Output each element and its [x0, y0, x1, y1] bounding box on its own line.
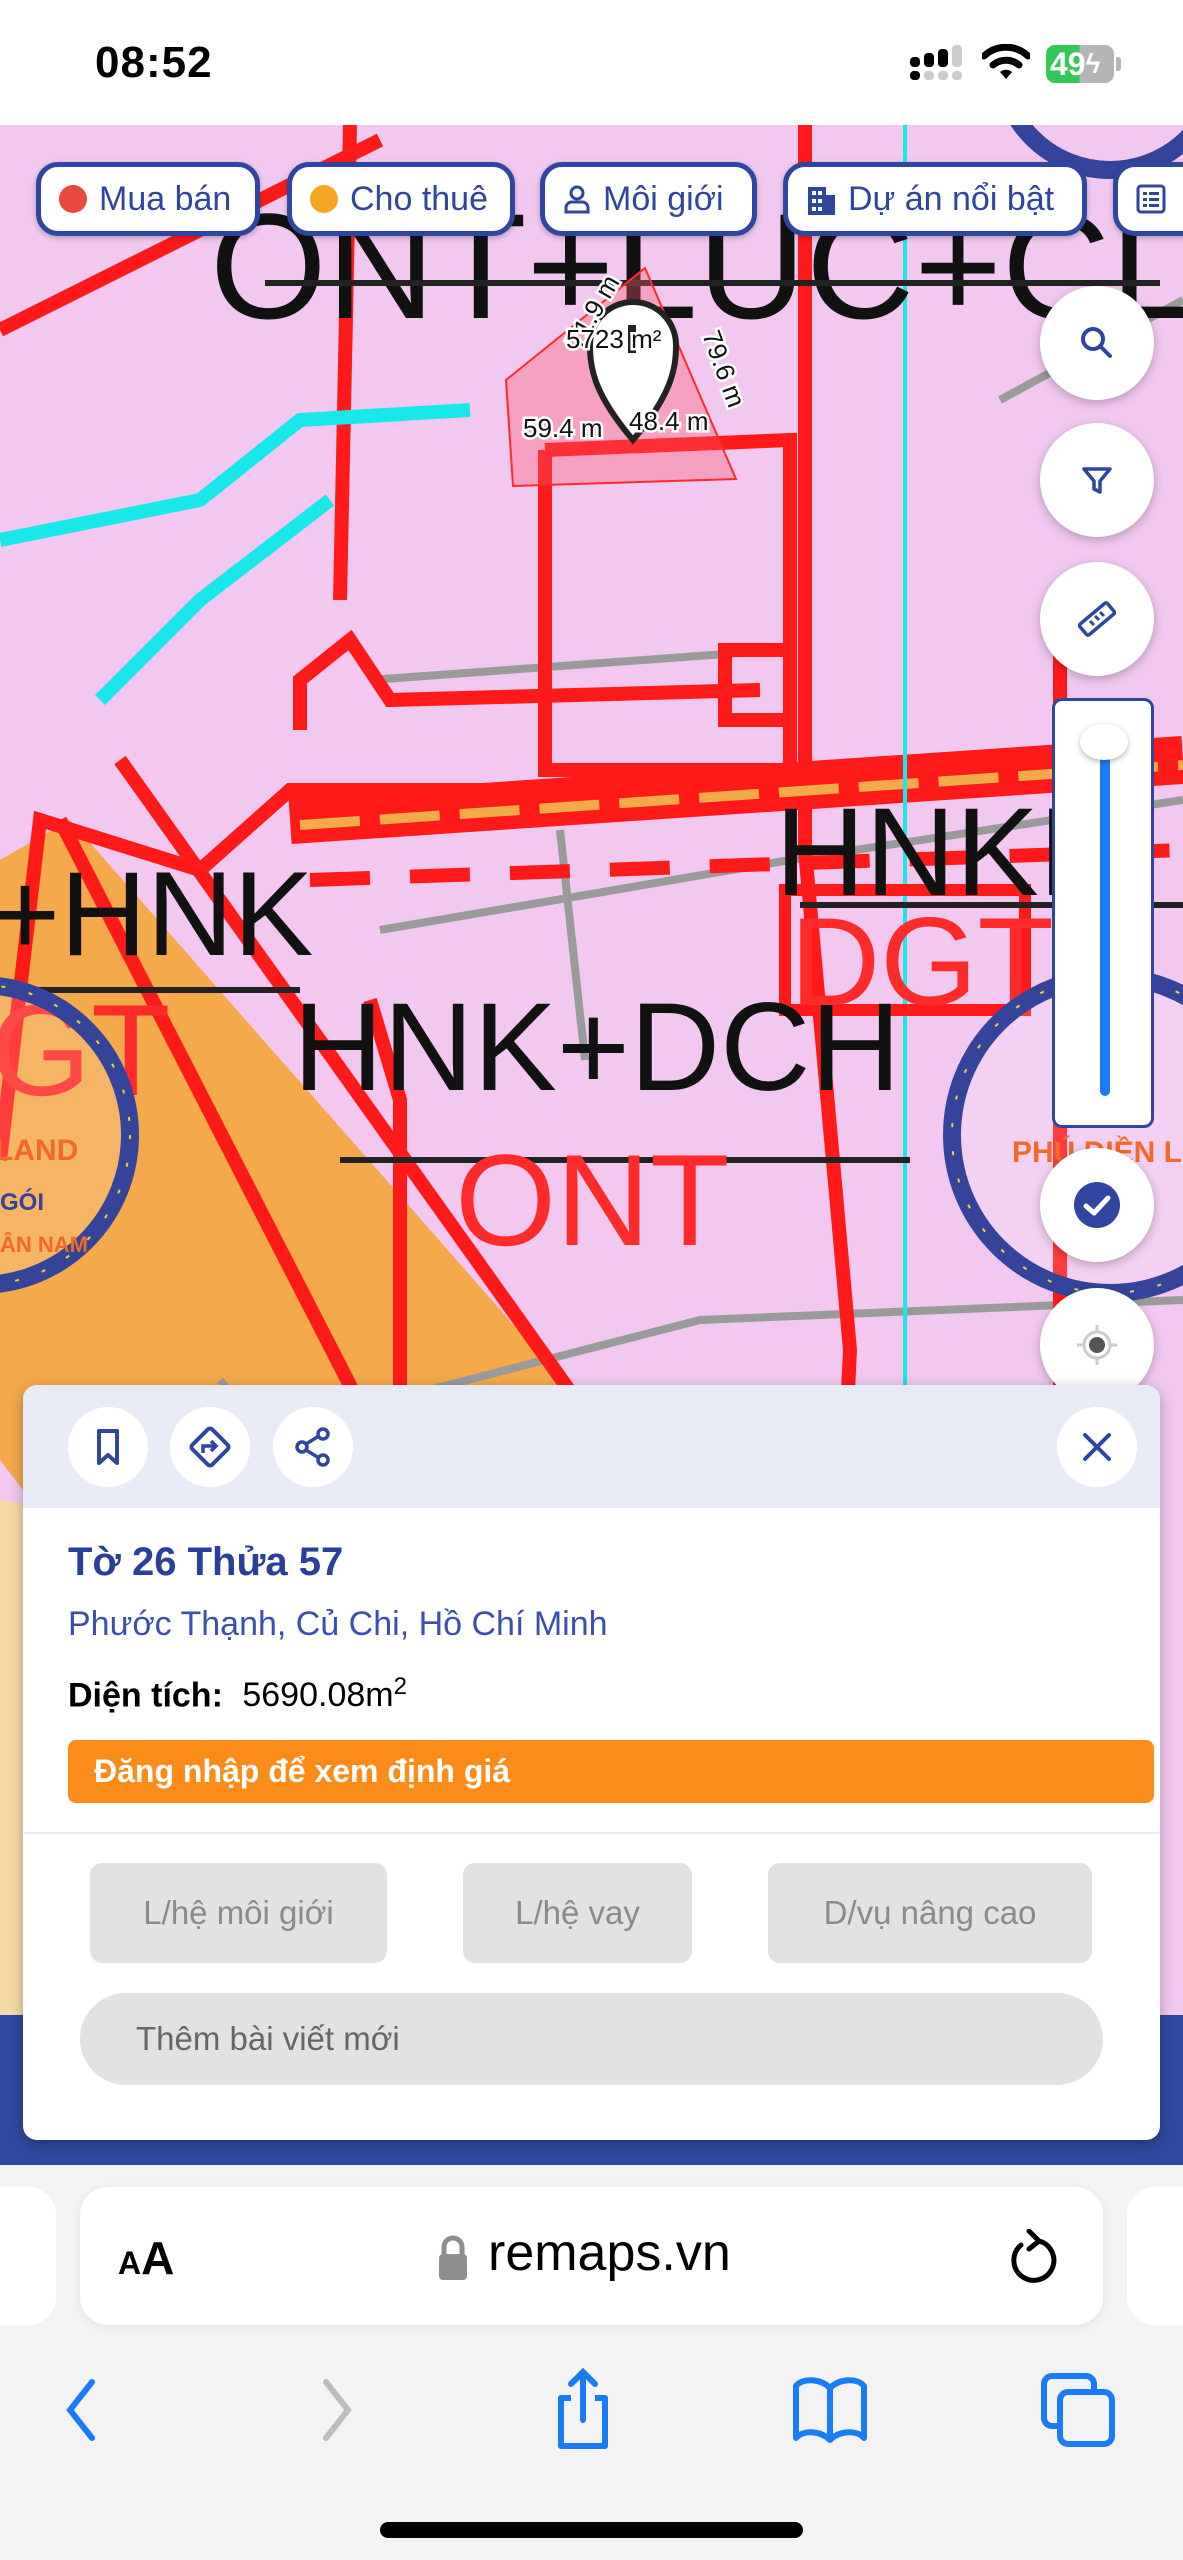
parcel-area-label: 5723 m²: [566, 324, 662, 354]
close-button[interactable]: [1057, 1407, 1137, 1487]
bookmarks-button[interactable]: [790, 2365, 870, 2455]
red-dot-icon: [59, 185, 87, 213]
ruler-icon: [1077, 601, 1117, 637]
prev-tab-preview[interactable]: [0, 2187, 56, 2325]
filter-button[interactable]: [1040, 423, 1154, 537]
edge-length-label: 48.4 m: [629, 406, 709, 436]
filter-icon: [1082, 467, 1112, 494]
panel-header: [23, 1385, 1160, 1508]
wifi-icon: [982, 44, 1030, 79]
chip-label: Môi giới: [603, 179, 724, 218]
share-icon: [295, 1427, 330, 1467]
contact-broker-button[interactable]: L/hệ môi giới: [90, 1863, 387, 1963]
zoom-slider-track: [1100, 756, 1110, 1096]
seal-left-line2: ÂN NAM: [0, 1232, 88, 1257]
book-icon: [793, 2377, 867, 2443]
area-unit: 2: [393, 1673, 407, 1700]
locate-icon: [1077, 1325, 1117, 1365]
check-icon: [1074, 1182, 1120, 1228]
chevron-right-icon: [323, 2379, 352, 2441]
area-label: Diện tích:: [68, 1676, 223, 1715]
chip-moi-gioi[interactable]: Môi giới: [540, 162, 757, 236]
forward-button[interactable]: [298, 2365, 378, 2455]
confirm-button[interactable]: [1040, 1148, 1154, 1262]
battery-cap: [1116, 57, 1121, 71]
search-icon: [1081, 327, 1112, 358]
aa-small: A: [118, 2245, 142, 2281]
next-tab-preview[interactable]: [1127, 2187, 1183, 2325]
contact-loan-button[interactable]: L/hệ vay: [463, 1863, 692, 1963]
parcel-info-panel: Tờ 26 Thửa 57 Phước Thạnh, Củ Chi, Hồ Ch…: [23, 1385, 1160, 2140]
reload-icon[interactable]: [1005, 2229, 1061, 2289]
parcel-area: Diện tích: 5690.08m2: [68, 1673, 407, 1715]
building-icon: [808, 187, 835, 215]
browser-toolbar: AAAA remaps.vn: [0, 2165, 1183, 2560]
share-page-button[interactable]: [543, 2365, 623, 2455]
chip-cho-thue[interactable]: Cho thuê: [287, 162, 515, 236]
share-button[interactable]: [273, 1407, 353, 1487]
new-post-button[interactable]: Thêm bài viết mới: [80, 1993, 1103, 2085]
chip-du-an-noi-bat[interactable]: Dự án nổi bật: [783, 162, 1087, 236]
tabs-icon: [1041, 2373, 1115, 2447]
battery-charging-icon: 49 ϟ: [1046, 45, 1114, 83]
chip-label: Dự án nổi bật: [848, 179, 1055, 218]
directions-button[interactable]: [170, 1407, 250, 1487]
list-icon: [1136, 184, 1166, 214]
status-bar: 08:52 49 ϟ: [0, 0, 1183, 125]
address-bar[interactable]: AAAA remaps.vn: [80, 2187, 1103, 2325]
parcel-address: Phước Thạnh, Củ Chi, Hồ Chí Minh: [68, 1605, 608, 1643]
home-indicator[interactable]: [380, 2522, 803, 2538]
reader-options-button[interactable]: AAAA: [118, 2231, 174, 2285]
clock: 08:52: [95, 38, 213, 87]
zoom-slider-thumb[interactable]: [1080, 724, 1128, 760]
seal-left-text: LAND: [0, 1134, 78, 1167]
divider: [23, 1832, 1160, 1834]
orange-dot-icon: [310, 185, 338, 213]
battery-level: 49: [1050, 45, 1086, 82]
search-button[interactable]: [1040, 286, 1154, 400]
chip-list[interactable]: [1113, 162, 1183, 236]
chip-label: Mua bán: [99, 179, 232, 218]
cellular-signal-icon: [910, 45, 962, 80]
cyan-line-2: [95, 494, 335, 705]
parcel-title: Tờ 26 Thửa 57: [68, 1540, 344, 1584]
measure-button[interactable]: [1040, 562, 1154, 676]
chevron-left-icon: [66, 2379, 95, 2441]
lock-icon: [439, 2235, 467, 2280]
chip-label: Cho thuê: [350, 179, 488, 218]
seal-left-line: GÓI: [0, 1188, 44, 1216]
login-to-view-valuation-button[interactable]: Đăng nhập để xem định giá: [68, 1740, 1154, 1803]
bookmark-button[interactable]: [68, 1407, 148, 1487]
label-left: +HNK: [0, 847, 313, 981]
area-value: 5690.08m: [242, 1676, 394, 1715]
advanced-service-button[interactable]: D/vụ nâng cao: [768, 1863, 1092, 1963]
tabs-button[interactable]: [1038, 2365, 1118, 2455]
share-upload-icon: [558, 2368, 608, 2449]
chip-mua-ban[interactable]: Mua bán: [36, 162, 260, 236]
url-text: remaps.vn: [488, 2224, 731, 2282]
back-button[interactable]: [40, 2365, 120, 2455]
bolt-icon: ϟ: [1085, 48, 1101, 79]
zoom-slider[interactable]: [1052, 698, 1154, 1128]
label-center-sub: ONT: [455, 1127, 729, 1273]
cyan-line: [0, 403, 471, 547]
edge-length-label: 59.4 m: [523, 413, 603, 443]
bookmark-icon: [97, 1429, 119, 1465]
person-icon: [564, 185, 590, 214]
directions-icon: [189, 1426, 231, 1468]
close-icon: [1083, 1433, 1111, 1461]
